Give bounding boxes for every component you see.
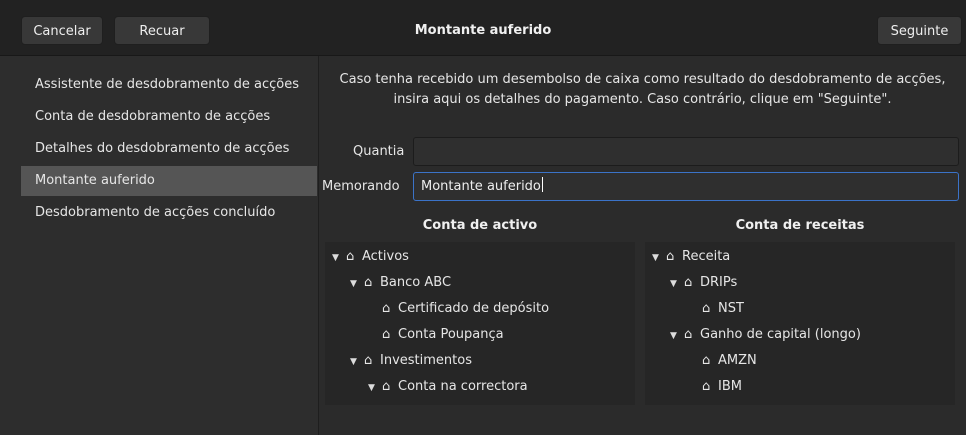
cancel-button[interactable]: Cancelar bbox=[21, 16, 103, 45]
instructions-line-1: Caso tenha recebido um desembolso de cai… bbox=[339, 72, 946, 87]
text-caret bbox=[541, 177, 543, 192]
tree-row-drips[interactable]: ▼ ⌂ DRIPs bbox=[670, 270, 737, 296]
bank-icon: ⌂ bbox=[364, 275, 373, 290]
tree-row-activos[interactable]: ▼ ⌂ Activos bbox=[332, 244, 409, 270]
asset-account-tree[interactable]: ▼ ⌂ Activos ▼ ⌂ Banco ABC ⌂ Certificado de de… bbox=[325, 242, 635, 405]
tree-row-investimentos[interactable]: ▼ ⌂ Investimentos bbox=[350, 348, 472, 374]
sidebar-item-finish[interactable]: Desdobramento de acções concluído bbox=[21, 198, 317, 228]
amount-field[interactable] bbox=[413, 137, 959, 166]
tree-row-amzn[interactable]: ⌂ AMZN bbox=[702, 348, 757, 374]
tree-row-certificado[interactable]: ⌂ Certificado de depósito bbox=[382, 296, 549, 322]
tree-row-receita[interactable]: ▼ ⌂ Receita bbox=[652, 244, 730, 270]
memo-field[interactable]: Montante auferido bbox=[413, 172, 959, 201]
tree-row-ibm[interactable]: ⌂ IBM bbox=[702, 374, 742, 400]
triangle-down-icon[interactable]: ▼ bbox=[368, 375, 382, 401]
sidebar-item-cash-in-lieu[interactable]: Montante auferido bbox=[21, 166, 317, 196]
next-button[interactable]: Seguinte bbox=[877, 16, 962, 45]
instructions-line-2: insira aqui os detalhes do pagamento. Ca… bbox=[393, 92, 892, 107]
memo-label: Memorando bbox=[322, 179, 400, 194]
tree-row-ganho-capital[interactable]: ▼ ⌂ Ganho de capital (longo) bbox=[670, 322, 861, 348]
sidebar-item-wizard[interactable]: Assistente de desdobramento de acções bbox=[21, 70, 317, 100]
tree-row-banco-abc[interactable]: ▼ ⌂ Banco ABC bbox=[350, 270, 451, 296]
triangle-down-icon[interactable]: ▼ bbox=[350, 271, 364, 297]
triangle-down-icon[interactable]: ▼ bbox=[670, 271, 684, 297]
main-panel: Caso tenha recebido um desembolso de cai… bbox=[319, 56, 966, 435]
bank-icon: ⌂ bbox=[364, 353, 373, 368]
bank-icon: ⌂ bbox=[346, 249, 355, 264]
bank-icon: ⌂ bbox=[382, 327, 391, 342]
tree-row-conta-poupanca[interactable]: ⌂ Conta Poupança bbox=[382, 322, 504, 348]
memo-value: Montante auferido bbox=[421, 179, 541, 194]
triangle-down-icon[interactable]: ▼ bbox=[332, 245, 346, 271]
tree-row-conta-correctora[interactable]: ▼ ⌂ Conta na correctora bbox=[368, 374, 528, 400]
bank-icon: ⌂ bbox=[382, 301, 391, 316]
bank-icon: ⌂ bbox=[702, 379, 711, 394]
tree-row-nst[interactable]: ⌂ NST bbox=[702, 296, 744, 322]
amount-label: Quantia bbox=[353, 144, 405, 159]
instructions-text: Caso tenha recebido um desembolso de cai… bbox=[319, 70, 966, 110]
triangle-down-icon[interactable]: ▼ bbox=[670, 323, 684, 349]
bank-icon: ⌂ bbox=[702, 301, 711, 316]
bank-icon: ⌂ bbox=[684, 275, 693, 290]
sidebar-item-split-details[interactable]: Detalhes do desdobramento de acções bbox=[21, 134, 317, 164]
triangle-down-icon[interactable]: ▼ bbox=[652, 245, 666, 271]
income-account-header: Conta de receitas bbox=[735, 218, 865, 233]
triangle-down-icon[interactable]: ▼ bbox=[350, 349, 364, 375]
bank-icon: ⌂ bbox=[666, 249, 675, 264]
sidebar-item-split-account[interactable]: Conta de desdobramento de acções bbox=[21, 102, 317, 132]
income-account-tree[interactable]: ▼ ⌂ Receita ▼ ⌂ DRIPs ⌂ NST ▼ ⌂ Ganho de capita… bbox=[645, 242, 955, 405]
header-bar: Cancelar Recuar Montante auferido Seguin… bbox=[0, 0, 966, 56]
wizard-steps-sidebar: Assistente de desdobramento de acções Co… bbox=[0, 56, 319, 435]
asset-account-header: Conta de activo bbox=[422, 218, 538, 233]
bank-icon: ⌂ bbox=[702, 353, 711, 368]
back-button[interactable]: Recuar bbox=[114, 16, 210, 45]
bank-icon: ⌂ bbox=[382, 379, 391, 394]
bank-icon: ⌂ bbox=[684, 327, 693, 342]
